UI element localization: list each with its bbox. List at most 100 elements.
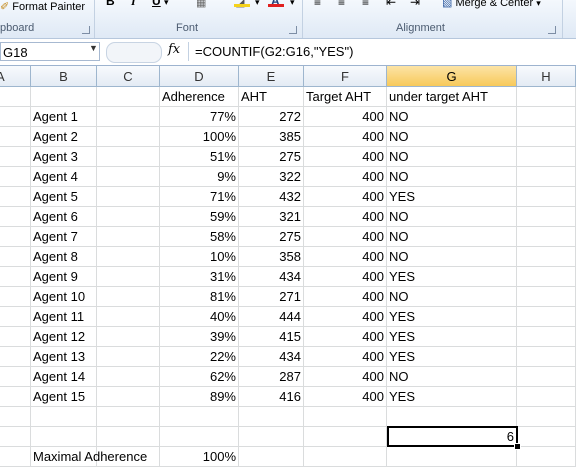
cell-aht[interactable]: 275 bbox=[239, 147, 304, 167]
column-header-b[interactable]: B bbox=[31, 66, 97, 87]
cell-adherence[interactable]: 40% bbox=[160, 307, 239, 327]
formula-input[interactable]: =COUNTIF(G2:G16,"YES") bbox=[188, 42, 576, 61]
cell[interactable] bbox=[0, 367, 31, 387]
header-aht[interactable]: AHT bbox=[239, 87, 304, 107]
cell-under-target[interactable]: YES bbox=[387, 387, 517, 407]
cell-adherence[interactable]: 81% bbox=[160, 287, 239, 307]
cell[interactable] bbox=[517, 447, 576, 467]
cell-aht[interactable]: 434 bbox=[239, 267, 304, 287]
cell[interactable] bbox=[31, 407, 97, 427]
cell-adherence[interactable]: 22% bbox=[160, 347, 239, 367]
cell[interactable] bbox=[239, 407, 304, 427]
cell-aht[interactable]: 444 bbox=[239, 307, 304, 327]
cell-adherence[interactable]: 62% bbox=[160, 367, 239, 387]
cell-aht[interactable]: 275 bbox=[239, 227, 304, 247]
cell[interactable] bbox=[387, 407, 517, 427]
cell-agent[interactable]: Agent 4 bbox=[31, 167, 97, 187]
cell[interactable] bbox=[31, 87, 97, 107]
cell[interactable] bbox=[97, 387, 160, 407]
cell-agent[interactable]: Agent 2 bbox=[31, 127, 97, 147]
fill-handle[interactable] bbox=[514, 443, 521, 450]
column-header-c[interactable]: C bbox=[97, 66, 160, 87]
cell-agent[interactable]: Agent 9 bbox=[31, 267, 97, 287]
cell[interactable] bbox=[517, 207, 576, 227]
fill-color-dropdown-icon[interactable]: ▾ bbox=[255, 0, 260, 8]
column-header-e[interactable]: E bbox=[239, 66, 304, 87]
header-under-target[interactable]: under target AHT bbox=[387, 87, 517, 107]
cell-adherence[interactable]: 58% bbox=[160, 227, 239, 247]
cell[interactable] bbox=[0, 247, 31, 267]
format-painter-button[interactable]: ✐ Format Painter bbox=[0, 0, 85, 13]
cell-aht[interactable]: 272 bbox=[239, 107, 304, 127]
cell[interactable] bbox=[160, 427, 239, 447]
cell-agent[interactable]: Agent 14 bbox=[31, 367, 97, 387]
italic-button[interactable]: I bbox=[131, 0, 136, 8]
cell-under-target[interactable]: NO bbox=[387, 287, 517, 307]
borders-icon[interactable]: ▦ bbox=[196, 0, 206, 9]
cell-agent[interactable]: Agent 3 bbox=[31, 147, 97, 167]
cell-under-target[interactable]: NO bbox=[387, 107, 517, 127]
cell-agent[interactable]: Agent 1 bbox=[31, 107, 97, 127]
header-adherence[interactable]: Adherence bbox=[160, 87, 239, 107]
cell[interactable] bbox=[0, 187, 31, 207]
cell-target-aht[interactable]: 400 bbox=[304, 147, 387, 167]
cell[interactable] bbox=[304, 427, 387, 447]
cell-target-aht[interactable]: 400 bbox=[304, 367, 387, 387]
cell[interactable] bbox=[0, 227, 31, 247]
cell-target-aht[interactable]: 400 bbox=[304, 347, 387, 367]
cell-adherence[interactable]: 39% bbox=[160, 327, 239, 347]
cell[interactable] bbox=[517, 167, 576, 187]
cell-target-aht[interactable]: 400 bbox=[304, 187, 387, 207]
font-dialog-launcher-icon[interactable] bbox=[289, 26, 297, 34]
cell[interactable] bbox=[304, 447, 387, 467]
cell-target-aht[interactable]: 400 bbox=[304, 167, 387, 187]
cell-under-target[interactable]: NO bbox=[387, 167, 517, 187]
decrease-indent-icon[interactable]: ⇤ bbox=[386, 0, 396, 9]
cell[interactable] bbox=[0, 347, 31, 367]
cell[interactable] bbox=[517, 267, 576, 287]
cell[interactable] bbox=[97, 227, 160, 247]
cell-adherence[interactable]: 89% bbox=[160, 387, 239, 407]
cell-target-aht[interactable]: 400 bbox=[304, 287, 387, 307]
cell-under-target[interactable]: YES bbox=[387, 327, 517, 347]
increase-indent-icon[interactable]: ⇥ bbox=[410, 0, 420, 9]
cell-target-aht[interactable]: 400 bbox=[304, 247, 387, 267]
cell[interactable] bbox=[97, 327, 160, 347]
cell[interactable] bbox=[97, 367, 160, 387]
cell[interactable] bbox=[517, 87, 576, 107]
cell[interactable] bbox=[0, 167, 31, 187]
cell[interactable] bbox=[97, 287, 160, 307]
cell-agent[interactable]: Agent 13 bbox=[31, 347, 97, 367]
name-box[interactable]: G18 bbox=[0, 42, 100, 61]
cell[interactable] bbox=[0, 207, 31, 227]
cell[interactable] bbox=[0, 287, 31, 307]
cell-agent[interactable]: Agent 8 bbox=[31, 247, 97, 267]
cell-adherence[interactable]: 71% bbox=[160, 187, 239, 207]
cell-maximal-adherence-value[interactable]: 100% bbox=[160, 447, 239, 467]
cell[interactable] bbox=[0, 327, 31, 347]
cell-under-target[interactable]: NO bbox=[387, 367, 517, 387]
cell-under-target[interactable]: NO bbox=[387, 247, 517, 267]
cell-under-target[interactable]: NO bbox=[387, 207, 517, 227]
cell[interactable] bbox=[517, 187, 576, 207]
alignment-dialog-launcher-icon[interactable] bbox=[548, 26, 556, 34]
insert-function-icon[interactable]: fx bbox=[168, 42, 180, 57]
cell-adherence[interactable]: 9% bbox=[160, 167, 239, 187]
cell-target-aht[interactable]: 400 bbox=[304, 227, 387, 247]
cell[interactable] bbox=[0, 307, 31, 327]
cell-target-aht[interactable]: 400 bbox=[304, 387, 387, 407]
cell[interactable] bbox=[0, 447, 31, 467]
cell-aht[interactable]: 385 bbox=[239, 127, 304, 147]
cell[interactable] bbox=[97, 247, 160, 267]
cell[interactable] bbox=[517, 327, 576, 347]
underline-dropdown-icon[interactable]: ▾ bbox=[164, 0, 169, 8]
merge-center-button[interactable]: ▧ Merge & Center ▾ bbox=[442, 0, 541, 9]
cell-adherence[interactable]: 31% bbox=[160, 267, 239, 287]
cell-target-aht[interactable]: 400 bbox=[304, 327, 387, 347]
cell[interactable] bbox=[517, 427, 576, 447]
cell[interactable] bbox=[0, 127, 31, 147]
cell-under-target[interactable]: YES bbox=[387, 187, 517, 207]
cell-under-target[interactable]: NO bbox=[387, 147, 517, 167]
cell[interactable] bbox=[517, 367, 576, 387]
cell[interactable] bbox=[517, 147, 576, 167]
